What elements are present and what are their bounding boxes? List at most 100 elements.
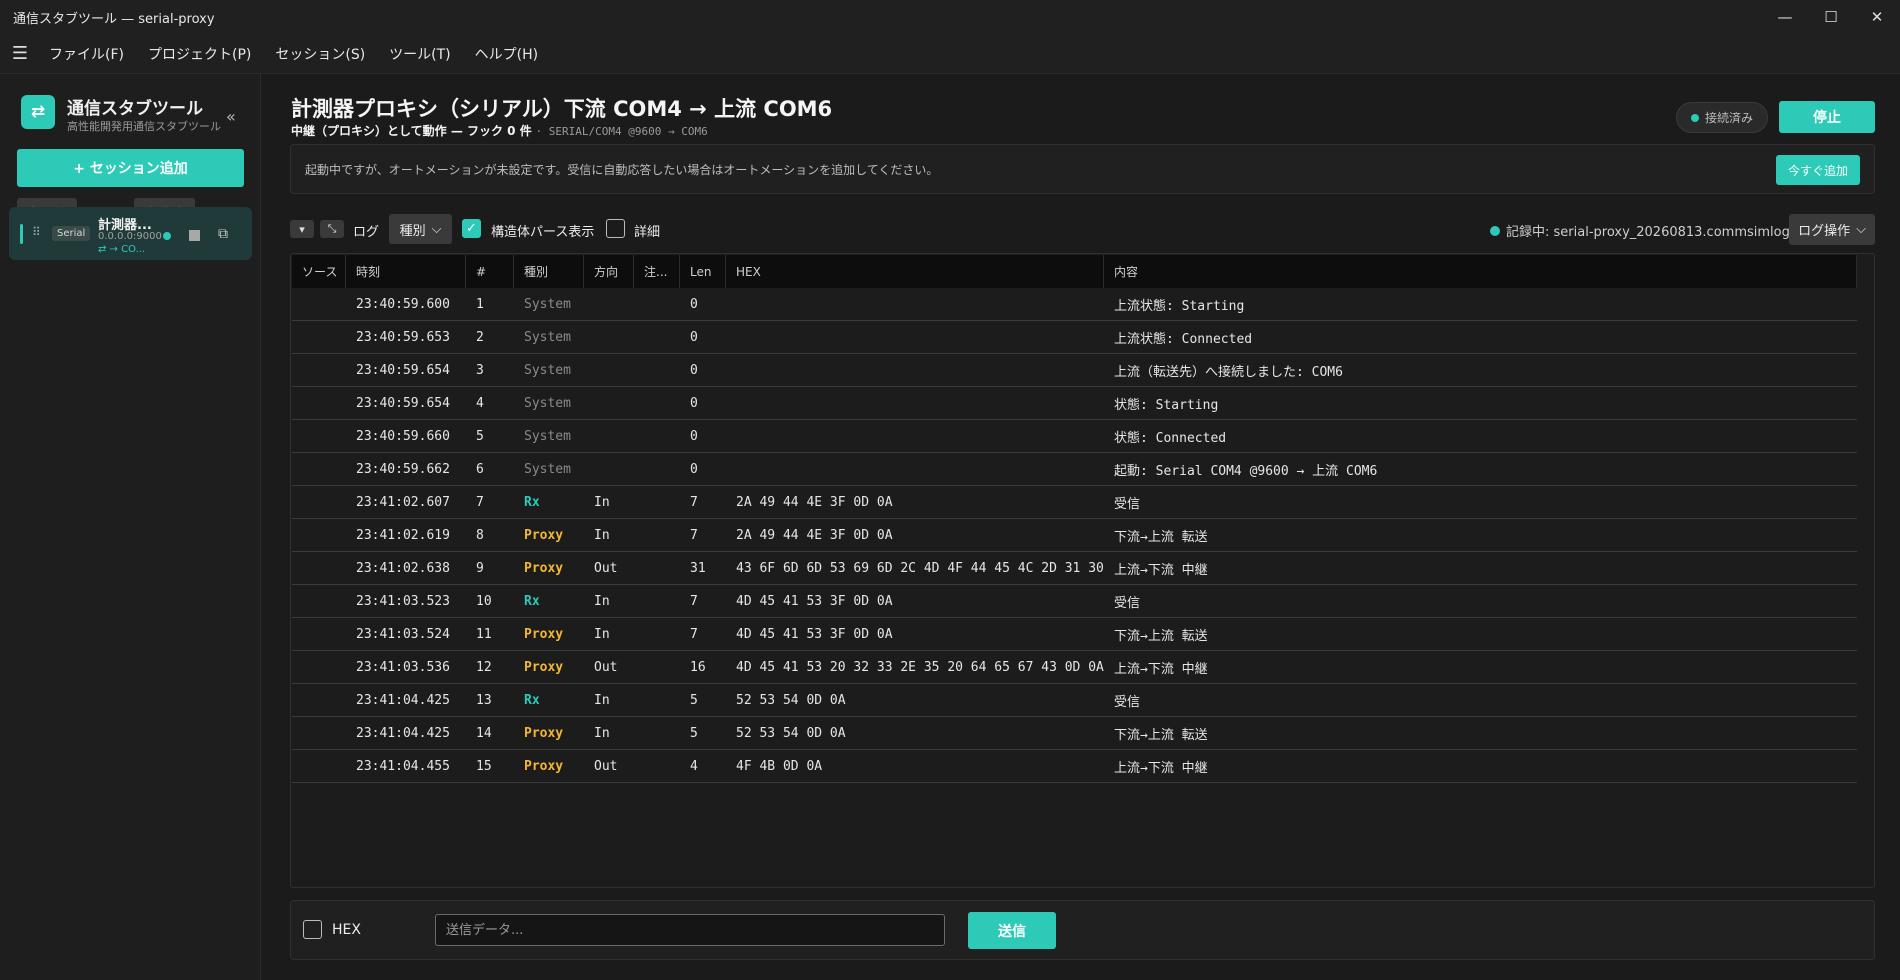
cell-no: 7 [476, 494, 484, 510]
table-row[interactable]: 23:41:02.607 7 Rx In 7 2A 49 44 4E 3F 0D 0A 受信 [292, 486, 1857, 519]
cell-time: 23:40:59.654 [356, 362, 450, 378]
log-ops-dropdown[interactable]: ログ操作 ⌵ [1789, 214, 1875, 245]
add-automation-button[interactable]: 今すぐ追加 [1776, 155, 1860, 185]
stop-button[interactable]: 停止 [1779, 101, 1875, 133]
cell-len: 0 [690, 461, 698, 477]
cell-dir: In [594, 593, 610, 609]
table-row[interactable]: 23:41:02.619 8 Proxy In 7 2A 49 44 4E 3F 0D 0… [292, 519, 1857, 552]
col-length[interactable]: Len [680, 255, 726, 288]
cell-body: 上流（転送先）へ接続しました: COM6 [1114, 364, 1343, 380]
table-row[interactable]: 23:40:59.662 6 System 0 起動: Serial COM4 @960… [292, 453, 1857, 486]
col-number[interactable]: # [466, 255, 514, 288]
table-row[interactable]: 23:40:59.600 1 System 0 上流状態: Starting [292, 288, 1857, 321]
cell-dir: Out [594, 659, 618, 675]
table-row[interactable]: 23:40:59.653 2 System 0 上流状態: Connected [292, 321, 1857, 354]
cell-len: 7 [690, 593, 698, 609]
cell-dir: Out [594, 560, 618, 576]
window-controls: — ☐ ✕ [1762, 0, 1900, 34]
cell-kind: Proxy [524, 560, 564, 576]
cell-time: 23:40:59.600 [356, 296, 450, 312]
cell-body: 受信 [1114, 595, 1141, 611]
cell-len: 7 [690, 626, 698, 642]
cell-no: 2 [476, 329, 484, 345]
menu-session[interactable]: セッション(S) [275, 44, 365, 64]
struct-parse-checkbox[interactable]: ✓ [462, 219, 481, 238]
table-row[interactable]: 23:41:03.523 10 Rx In 7 4D 45 41 53 3F 0D 0A 受… [292, 585, 1857, 618]
cell-kind: Proxy [524, 659, 564, 675]
cell-no: 9 [476, 560, 484, 576]
menu-help[interactable]: ヘルプ(H) [475, 44, 538, 64]
cell-dir: In [594, 494, 610, 510]
col-content[interactable]: 内容 [1104, 255, 1857, 288]
kind-filter-select[interactable]: 種別 ⌵ [389, 214, 452, 244]
cell-time: 23:41:04.455 [356, 758, 450, 774]
cell-len: 4 [690, 758, 698, 774]
cell-no: 1 [476, 296, 484, 312]
session-item[interactable]: ⠿ Serial 計測器... 0.0.0.0:9000 ⇄ → CO... ⧉ [9, 207, 252, 260]
sidebar: ⇄ 通信スタブツール 高性能開発用通信スタブツール « + セッション追加 全開… [0, 74, 261, 980]
subtitle-mode: 中継（プロキシ）として動作 — フック 0 件 [291, 124, 532, 138]
cell-hex: 4D 45 41 53 3F 0D 0A [736, 626, 893, 642]
col-note[interactable]: 注... [634, 255, 680, 288]
table-header: ソース 時刻 # 種別 方向 注... Len HEX 内容 [292, 255, 1857, 288]
table-row[interactable]: 23:41:04.425 14 Proxy In 5 52 53 54 0D 0A 下流→上… [292, 717, 1857, 750]
table-row[interactable]: 23:40:59.654 3 System 0 上流（転送先）へ接続しました: COM6 [292, 354, 1857, 387]
send-data-input[interactable] [435, 914, 945, 946]
col-time[interactable]: 時刻 [346, 255, 466, 288]
col-kind[interactable]: 種別 [514, 255, 584, 288]
session-route: ⇄ → CO... [98, 244, 146, 255]
close-button[interactable]: ✕ [1854, 0, 1900, 34]
stop-session-icon[interactable] [189, 230, 200, 241]
cell-kind: System [524, 395, 571, 411]
table-row[interactable]: 23:41:04.425 13 Rx In 5 52 53 54 0D 0A 受信 [292, 684, 1857, 717]
table-body: 23:40:59.600 1 System 0 上流状態: Starting 23:40:… [292, 288, 1857, 783]
menu-file[interactable]: ファイル(F) [49, 44, 124, 64]
table-row[interactable]: 23:41:04.455 15 Proxy Out 4 4F 4B 0D 0A 上流→下流 … [292, 750, 1857, 783]
expand-icon[interactable]: ▾ [290, 220, 314, 238]
drag-handle-icon[interactable]: ⠿ [32, 225, 41, 239]
maximize-button[interactable]: ☐ [1808, 0, 1854, 34]
cell-kind: System [524, 329, 571, 345]
add-session-button[interactable]: + セッション追加 [17, 149, 244, 187]
minimize-button[interactable]: — [1762, 0, 1808, 34]
table-row[interactable]: 23:40:59.654 4 System 0 状態: Starting [292, 387, 1857, 420]
send-button[interactable]: 送信 [968, 912, 1056, 949]
cell-no: 8 [476, 527, 484, 543]
col-source[interactable]: ソース [292, 255, 346, 288]
table-row[interactable]: 23:40:59.660 5 System 0 状態: Connected [292, 420, 1857, 453]
hex-mode-label: HEX [332, 922, 361, 938]
connection-status-label: 接続済み [1704, 111, 1753, 125]
cell-kind: Rx [524, 593, 540, 609]
log-table: ソース 時刻 # 種別 方向 注... Len HEX 内容 23:40:59.… [290, 253, 1875, 888]
recording-dot-icon [1490, 225, 1500, 236]
collapse-arrows-icon[interactable]: ⤡ [320, 220, 344, 238]
col-hex[interactable]: HEX [726, 255, 1104, 288]
cell-len: 0 [690, 362, 698, 378]
table-row[interactable]: 23:41:03.524 11 Proxy In 7 4D 45 41 53 3F 0D … [292, 618, 1857, 651]
hamburger-icon[interactable]: ☰ [0, 43, 40, 64]
cell-body: 下流→上流 転送 [1114, 628, 1208, 644]
brand-name: 通信スタブツール [67, 99, 203, 119]
cell-len: 0 [690, 296, 698, 312]
cell-time: 23:41:03.536 [356, 659, 450, 675]
cell-hex: 4F 4B 0D 0A [736, 758, 823, 774]
cell-dir: In [594, 527, 610, 543]
menu-tools[interactable]: ツール(T) [389, 44, 450, 64]
hex-mode-checkbox[interactable] [303, 920, 322, 939]
cell-no: 3 [476, 362, 484, 378]
detail-checkbox[interactable] [606, 219, 625, 238]
send-bar: HEX 送信 [290, 900, 1875, 960]
col-direction[interactable]: 方向 [584, 255, 634, 288]
cell-time: 23:41:03.524 [356, 626, 450, 642]
cell-no: 5 [476, 428, 484, 444]
cell-body: 状態: Starting [1114, 397, 1219, 413]
cell-body: 上流状態: Starting [1114, 298, 1245, 314]
duplicate-icon[interactable]: ⧉ [218, 226, 228, 242]
cell-body: 上流→下流 中継 [1114, 760, 1208, 776]
table-row[interactable]: 23:41:03.536 12 Proxy Out 16 4D 45 41 53 20 3… [292, 651, 1857, 684]
menu-project[interactable]: プロジェクト(P) [148, 44, 251, 64]
cell-body: 上流状態: Connected [1114, 331, 1253, 347]
cell-time: 23:41:02.607 [356, 494, 450, 510]
table-row[interactable]: 23:41:02.638 9 Proxy Out 31 43 6F 6D 6D 53 69… [292, 552, 1857, 585]
collapse-sidebar-icon[interactable]: « [226, 107, 236, 126]
